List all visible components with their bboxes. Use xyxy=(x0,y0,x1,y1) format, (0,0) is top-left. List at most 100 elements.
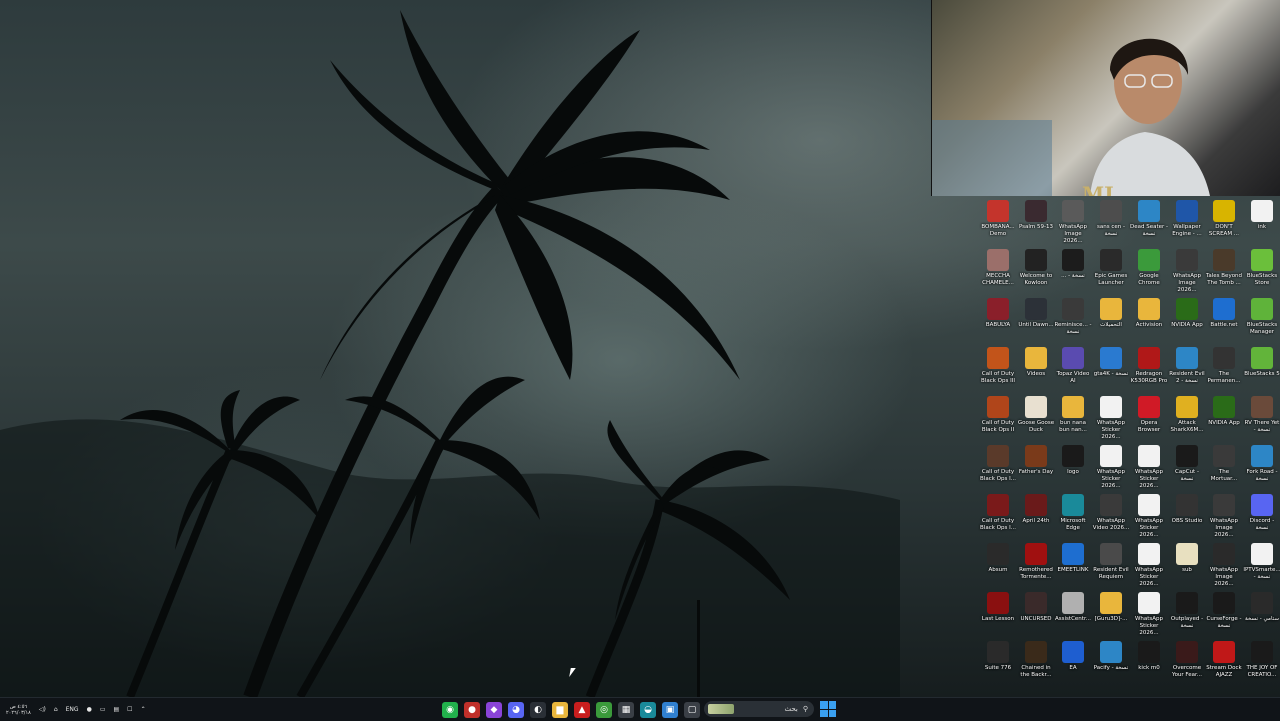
desktop-icon[interactable]: UNCURSED xyxy=(1017,592,1055,641)
desktop-icon[interactable]: The Mortuar... xyxy=(1205,445,1243,494)
desktop-icon[interactable]: Absum xyxy=(979,543,1017,592)
desktop-icon[interactable]: Call of Duty Black Ops I... xyxy=(979,445,1017,494)
desktop-icon[interactable]: MECCHA CHAMELE... xyxy=(979,249,1017,298)
language-indicator[interactable]: ENG xyxy=(66,706,79,713)
desktop-icon[interactable]: Battle.net xyxy=(1205,298,1243,347)
microphone-icon[interactable]: ● xyxy=(87,706,92,713)
file-explorer-app-icon[interactable]: ▆ xyxy=(552,701,568,718)
desktop-icon[interactable]: Call of Duty Black Ops III xyxy=(979,347,1017,396)
desktop-icon[interactable]: Chained in the Backr... xyxy=(1017,641,1055,690)
desktop-icon[interactable]: WhatsApp Image 2026... xyxy=(1205,494,1243,543)
tray-icon[interactable]: ☐ xyxy=(127,706,132,713)
desktop-icon[interactable]: Overcome Your Fear... xyxy=(1168,641,1206,690)
desktop-icon[interactable]: WhatsApp Sticker 2026... xyxy=(1130,592,1168,641)
antivirus-app-icon[interactable]: ▲ xyxy=(574,701,590,718)
desktop-icon[interactable]: WhatsApp Sticker 2026... xyxy=(1092,396,1130,445)
desktop-icon[interactable]: Father's Day xyxy=(1017,445,1055,494)
desktop-icon[interactable]: Epic Games Launcher xyxy=(1092,249,1130,298)
desktop-icon[interactable]: The Permanen... xyxy=(1205,347,1243,396)
chrome-app-icon[interactable]: ◎ xyxy=(596,701,612,718)
desktop-icon[interactable]: Topaz Video AI xyxy=(1054,347,1092,396)
desktop-icon[interactable]: IPTVSmarte... - نسخة xyxy=(1243,543,1280,592)
desktop-icon[interactable]: WhatsApp Sticker 2026... xyxy=(1130,445,1168,494)
desktop-icon[interactable]: BlueStacks 5 xyxy=(1243,347,1280,396)
desktop-icon[interactable]: Tales Beyond The Tomb ... xyxy=(1205,249,1243,298)
desktop-icon[interactable]: RV There Yet - نسخة xyxy=(1243,396,1280,445)
desktop-icon[interactable]: WhatsApp Sticker 2026... xyxy=(1130,494,1168,543)
desktop-icon[interactable]: Stream Dock AJAZZ xyxy=(1205,641,1243,690)
desktop-icon[interactable]: DON'T SCREAM ... xyxy=(1205,200,1243,249)
desktop-icon[interactable]: Until Dawn... xyxy=(1017,298,1055,347)
whatsapp-app-icon[interactable]: ◉ xyxy=(442,701,458,718)
desktop-icon[interactable]: ... - نسخة xyxy=(1054,249,1092,298)
desktop-icon[interactable]: Psalm 59-13 xyxy=(1017,200,1055,249)
wifi-icon[interactable]: ⌂ xyxy=(54,706,58,713)
desktop-icon[interactable]: April 24th xyxy=(1017,494,1055,543)
desktop-icon[interactable]: AssistCentr... xyxy=(1054,592,1092,641)
store-app-icon[interactable]: ▣ xyxy=(662,701,678,718)
desktop-icon[interactable]: EMEETLINK xyxy=(1054,543,1092,592)
desktop-icon[interactable]: Resident Evil Requiem xyxy=(1092,543,1130,592)
desktop-icon[interactable]: ستامي - نسخة xyxy=(1243,592,1280,641)
desktop-icon[interactable]: Welcome to Kowloon xyxy=(1017,249,1055,298)
calendar-app-icon[interactable]: ▦ xyxy=(618,701,634,718)
desktop-icon[interactable]: WhatsApp Video 2026... xyxy=(1092,494,1130,543)
desktop-icon[interactable]: WhatsApp Sticker 2026... xyxy=(1092,445,1130,494)
network-icon[interactable]: ▭ xyxy=(100,706,106,713)
desktop-icon[interactable]: gta4K - نسخة xyxy=(1092,347,1130,396)
desktop-icon[interactable]: WhatsApp Image 2026... xyxy=(1205,543,1243,592)
desktop-icon[interactable]: Attack SharkX6M... xyxy=(1168,396,1206,445)
desktop-icon[interactable]: التحميلات xyxy=(1092,298,1130,347)
volume-icon[interactable]: ◁) xyxy=(39,706,46,713)
desktop-icon[interactable]: OBS Studio xyxy=(1168,494,1206,543)
desktop-icon[interactable]: kick m0 xyxy=(1130,641,1168,690)
window-app-icon[interactable]: ▢ xyxy=(684,701,700,718)
desktop-icon[interactable]: EA xyxy=(1054,641,1092,690)
desktop-icon[interactable]: Dead Seater - نسخة xyxy=(1130,200,1168,249)
desktop-icon[interactable]: Discord - نسخة xyxy=(1243,494,1280,543)
clock[interactable]: ٤:٥٦ ص ٢٠٢٦/٠٣/١٨ xyxy=(6,704,31,716)
recording-app-icon[interactable]: ● xyxy=(464,701,480,718)
start-button[interactable] xyxy=(820,701,836,717)
desktop-icon[interactable]: Activision xyxy=(1130,298,1168,347)
desktop-icon[interactable]: Opera Browser xyxy=(1130,396,1168,445)
desktop-icon[interactable]: Remothered Tormente... xyxy=(1017,543,1055,592)
taskbar-search[interactable]: بحث ⚲ xyxy=(704,701,814,717)
desktop-icon[interactable]: Pacify - نسخة xyxy=(1092,641,1130,690)
desktop-icon[interactable]: Goose Goose Duck xyxy=(1017,396,1055,445)
desktop-icon[interactable]: Last Lesson xyxy=(979,592,1017,641)
desktop-icon[interactable]: Wallpaper Engine - ... xyxy=(1168,200,1206,249)
desktop-icon[interactable]: bun nana bun nan... xyxy=(1054,396,1092,445)
desktop-icon[interactable]: sub xyxy=(1168,543,1206,592)
keyboard-icon[interactable]: ▤ xyxy=(114,706,120,713)
desktop-icon[interactable]: BlueStacks Store xyxy=(1243,249,1280,298)
desktop-icon[interactable]: sans cen - نسخة xyxy=(1092,200,1130,249)
desktop-icon[interactable]: WhatsApp Sticker 2026... xyxy=(1130,543,1168,592)
desktop-icon[interactable]: Outplayed - نسخة xyxy=(1168,592,1206,641)
desktop-icon[interactable]: Fork Road - نسخة xyxy=(1243,445,1280,494)
desktop-icon[interactable]: THE JOY OF CREATIO... xyxy=(1243,641,1280,690)
desktop-icon[interactable]: [Guru3D]-... xyxy=(1092,592,1130,641)
desktop-icon[interactable]: Redragon K530RGB Pro xyxy=(1130,347,1168,396)
desktop-icon[interactable]: WhatsApp Image 2026... xyxy=(1054,200,1092,249)
desktop-icon[interactable]: Call of Duty Black Ops I... xyxy=(979,494,1017,543)
desktop-icon[interactable]: Resident Evil 2 - نسخة xyxy=(1168,347,1206,396)
game-app-icon[interactable]: ◐ xyxy=(530,701,546,718)
desktop-icon[interactable]: BABULYA xyxy=(979,298,1017,347)
desktop-icon[interactable]: BlueStacks Manager xyxy=(1243,298,1280,347)
desktop-icon[interactable]: Google Chrome xyxy=(1130,249,1168,298)
desktop-icon[interactable]: NVIDIA App xyxy=(1205,396,1243,445)
desktop-icon[interactable]: CapCut - نسخة xyxy=(1168,445,1206,494)
edge-app-icon[interactable]: ◒ xyxy=(640,701,656,718)
desktop-icon[interactable]: ink xyxy=(1243,200,1280,249)
desktop-icon[interactable]: Microsoft Edge xyxy=(1054,494,1092,543)
desktop-icon[interactable]: NVIDIA App xyxy=(1168,298,1206,347)
messenger-app-icon[interactable]: ◆ xyxy=(486,701,502,718)
desktop-icon[interactable]: Videos xyxy=(1017,347,1055,396)
desktop-icon[interactable]: WhatsApp Image 2026... xyxy=(1168,249,1206,298)
desktop-icon[interactable]: logo xyxy=(1054,445,1092,494)
chevron-up-icon[interactable]: ⌃ xyxy=(141,706,146,713)
desktop-icon[interactable]: Call of Duty Black Ops II xyxy=(979,396,1017,445)
desktop-icon[interactable]: BOMBANA... Demo xyxy=(979,200,1017,249)
desktop-icon[interactable]: CurseForge - نسخة xyxy=(1205,592,1243,641)
